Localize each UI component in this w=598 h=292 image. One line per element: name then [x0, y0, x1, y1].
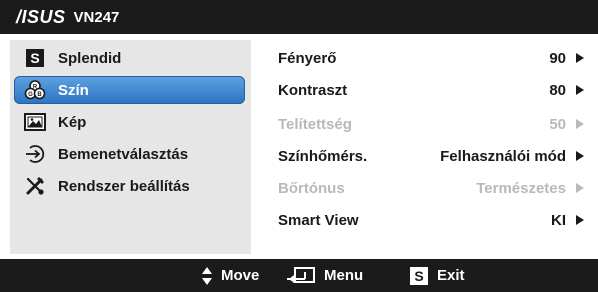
- triangle-right-icon: [576, 215, 584, 225]
- setting-value: Természetes: [476, 179, 566, 197]
- sidebar-item-szin[interactable]: R G B Szín: [14, 76, 245, 104]
- sidebar-item-bemenetvalasztas[interactable]: Bemenetválasztás: [14, 140, 245, 168]
- triangle-right-icon: [576, 85, 584, 95]
- splendid-s-icon: S: [24, 47, 46, 69]
- setting-row-szinhomers[interactable]: Színhőmérs. Felhasználói mód: [268, 142, 588, 170]
- sidebar-item-label: Kép: [58, 113, 87, 131]
- color-circles-icon: R G B: [24, 79, 46, 101]
- svg-text:B: B: [37, 92, 42, 98]
- sidebar-item-splendid[interactable]: S Splendid: [14, 44, 245, 72]
- move-hint: Move: [201, 259, 259, 292]
- menu-hint: Menu: [286, 259, 363, 292]
- key-hints-bar: Move Menu S Exit: [0, 259, 598, 292]
- setting-label: Fényerő: [278, 49, 337, 67]
- triangle-right-icon: [576, 53, 584, 63]
- setting-row-fenyero[interactable]: Fényerő 90: [268, 44, 588, 72]
- sidebar-item-rendszer-beallitas[interactable]: Rendszer beállítás: [14, 172, 245, 200]
- enter-key-icon: [286, 266, 316, 286]
- setting-label: Telítettség: [278, 115, 352, 133]
- setting-label: Kontraszt: [278, 81, 348, 99]
- svg-text:G: G: [28, 92, 33, 98]
- setting-value: 50: [549, 115, 566, 133]
- setting-label: Smart View: [278, 211, 359, 229]
- settings-panel: Fényerő 90 Kontraszt 80 Telítettség 50 S…: [268, 40, 588, 254]
- input-select-icon: [24, 143, 46, 165]
- setting-row-smart-view[interactable]: Smart View KI: [268, 206, 588, 234]
- setting-row-telitettseg: Telítettség 50: [268, 110, 588, 138]
- setting-row-bortonus: Bőrtónus Természetes: [268, 174, 588, 202]
- picture-icon: [24, 111, 46, 133]
- title-bar: /ISUS VN247: [0, 0, 598, 34]
- setting-label: Színhőmérs.: [278, 147, 368, 165]
- asus-logo: /ISUS: [16, 6, 66, 27]
- sidebar-item-kep[interactable]: Kép: [14, 108, 245, 136]
- sidebar-item-label: Bemenetválasztás: [58, 145, 189, 163]
- setting-value: Felhasználói mód: [440, 147, 566, 165]
- move-hint-label: Move: [221, 267, 260, 284]
- sidebar-item-label: Szín: [58, 81, 89, 99]
- svg-text:S: S: [414, 268, 423, 284]
- triangle-right-icon: [576, 119, 584, 129]
- setting-label: Bőrtónus: [278, 179, 345, 197]
- wrench-screwdriver-icon: [24, 175, 46, 197]
- sidebar-item-label: Rendszer beállítás: [58, 177, 190, 195]
- setting-value: 80: [549, 81, 566, 99]
- model-name: VN247: [73, 8, 120, 26]
- osd-menu: /ISUS VN247 S Splendid R G B Szín Kép Be…: [0, 0, 598, 292]
- triangle-right-icon: [576, 183, 584, 193]
- setting-row-kontraszt[interactable]: Kontraszt 80: [268, 76, 588, 104]
- up-down-arrows-icon: [201, 266, 213, 286]
- exit-hint-label: Exit: [437, 267, 465, 284]
- svg-text:R: R: [33, 85, 38, 91]
- svg-text:S: S: [30, 50, 39, 66]
- sidebar-item-label: Splendid: [58, 49, 122, 67]
- triangle-right-icon: [576, 151, 584, 161]
- category-sidebar: S Splendid R G B Szín Kép Bemenetválaszt…: [10, 40, 251, 254]
- setting-value: KI: [551, 211, 566, 229]
- menu-hint-label: Menu: [324, 267, 364, 284]
- exit-hint: S Exit: [409, 259, 465, 292]
- setting-value: 90: [549, 49, 566, 67]
- exit-s-icon: S: [409, 266, 429, 286]
